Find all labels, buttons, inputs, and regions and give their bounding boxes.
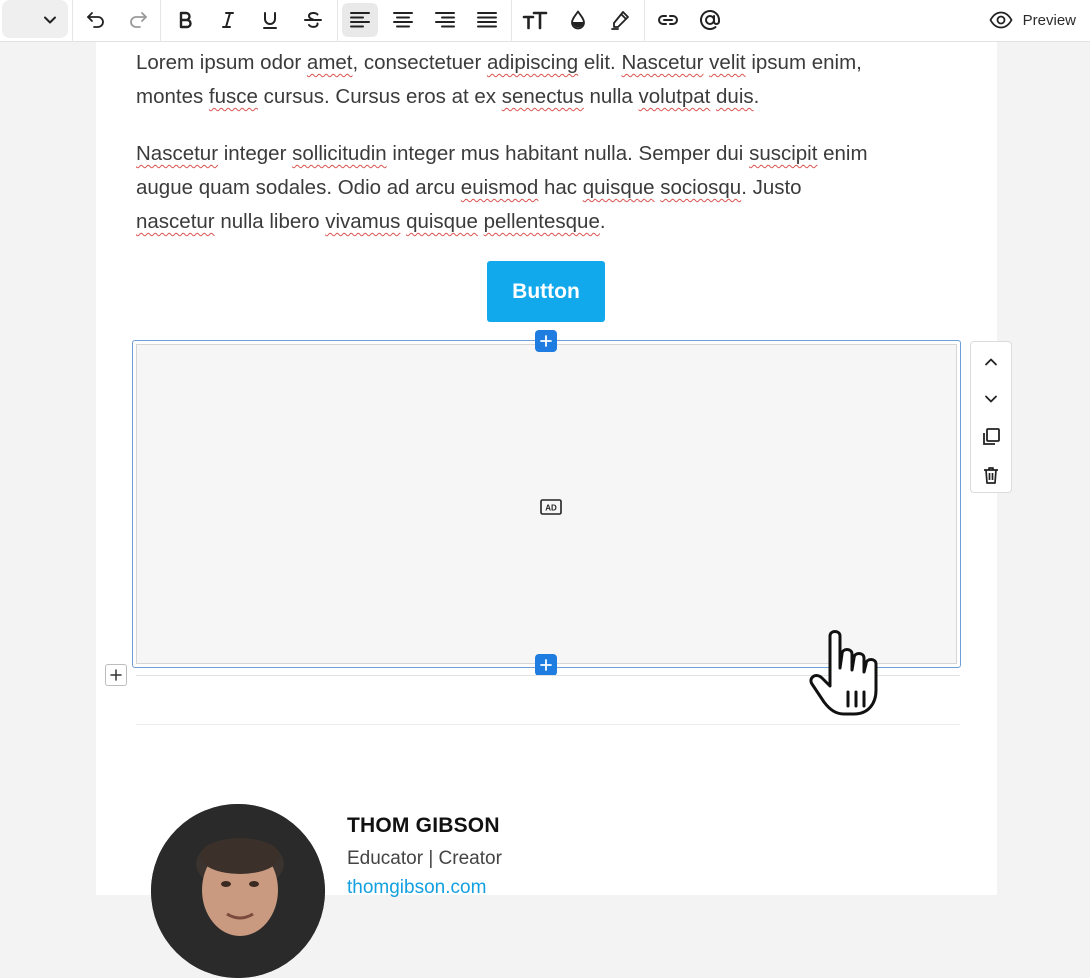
align-left-icon <box>350 12 370 28</box>
underline-icon <box>263 12 277 29</box>
misspelled-word: Nascetur <box>621 51 704 74</box>
align-center-icon <box>393 12 413 28</box>
color-drop-icon <box>571 10 585 30</box>
misspelled-word: volutpat <box>638 85 711 108</box>
toolbar-divider <box>511 0 512 42</box>
eye-icon <box>989 11 1013 29</box>
trash-icon <box>984 467 998 484</box>
preview-button[interactable]: Preview <box>989 0 1076 40</box>
author-name: THOM GIBSON <box>347 814 500 837</box>
chevron-up-icon <box>985 358 997 366</box>
redo-icon <box>130 12 147 28</box>
email-canvas: Lorem ipsum odor amet, consectetuer adip… <box>96 42 997 978</box>
link-icon <box>658 15 678 25</box>
misspelled-word: quisque <box>406 210 478 233</box>
align-right-button[interactable] <box>427 3 463 37</box>
misspelled-word: Nascetur <box>136 142 219 165</box>
editor-toolbar: Preview <box>0 0 1090 42</box>
misspelled-word: suscipit <box>749 142 818 165</box>
plus-icon <box>540 335 552 347</box>
block-type-dropdown[interactable] <box>2 0 68 38</box>
link-button[interactable] <box>650 3 686 37</box>
align-center-button[interactable] <box>385 3 421 37</box>
svg-text:AD: AD <box>545 504 557 513</box>
strikethrough-button[interactable] <box>295 3 331 37</box>
ad-icon: AD <box>540 499 562 515</box>
highlighter-icon <box>611 11 629 30</box>
at-sign-icon <box>700 9 720 30</box>
chevron-down-icon <box>44 16 56 24</box>
italic-icon <box>222 12 234 28</box>
toolbar-divider <box>337 0 338 42</box>
toolbar-divider <box>72 0 73 42</box>
misspelled-word: sollicitudin <box>292 142 387 165</box>
paragraph-1[interactable]: Lorem ipsum odor amet, consectetuer adip… <box>136 46 956 114</box>
undo-button[interactable] <box>78 3 114 37</box>
preview-label: Preview <box>1022 11 1076 29</box>
hand-cursor-icon <box>809 630 878 716</box>
misspelled-word: fusce <box>208 85 258 108</box>
divider <box>136 724 960 725</box>
underline-button[interactable] <box>252 3 288 37</box>
cta-button-label: Button <box>512 279 580 303</box>
duplicate-button[interactable] <box>971 419 1011 455</box>
block-actions-panel <box>970 341 1012 493</box>
misspelled-word: nascetur <box>136 210 215 233</box>
add-block-below-button[interactable] <box>535 654 557 676</box>
misspelled-word: amet <box>306 51 353 74</box>
misspelled-word: velit <box>709 51 746 74</box>
misspelled-word: senectus <box>501 85 584 108</box>
paragraph-2[interactable]: Nascetur integer sollicitudin integer mu… <box>136 137 956 239</box>
align-left-button[interactable] <box>342 3 378 37</box>
align-justify-button[interactable] <box>469 3 505 37</box>
toolbar-divider <box>644 0 645 42</box>
highlight-button[interactable] <box>602 3 638 37</box>
author-website-link[interactable]: thomgibson.com <box>347 877 486 899</box>
undo-icon <box>87 12 104 28</box>
misspelled-word: pellentesque <box>483 210 600 233</box>
add-block-above-button[interactable] <box>535 330 557 352</box>
misspelled-word: duis <box>716 85 754 108</box>
misspelled-word: quisque <box>582 176 655 199</box>
align-justify-icon <box>477 12 497 28</box>
mention-button[interactable] <box>692 3 728 37</box>
misspelled-word: euismod <box>460 176 539 199</box>
misspelled-word: sociosqu <box>660 176 742 199</box>
delete-button[interactable] <box>971 457 1011 493</box>
cta-button[interactable]: Button <box>487 261 605 322</box>
plus-icon <box>110 669 122 681</box>
redo-button[interactable] <box>120 3 156 37</box>
chevron-down-icon <box>985 395 997 403</box>
add-row-button[interactable] <box>105 664 127 686</box>
bold-button[interactable] <box>167 3 203 37</box>
move-down-button[interactable] <box>971 381 1011 417</box>
ad-placeholder: AD <box>136 344 957 664</box>
misspelled-word: vivamus <box>325 210 401 233</box>
text-color-button[interactable] <box>560 3 596 37</box>
plus-icon <box>540 659 552 671</box>
author-role: Educator | Creator <box>347 848 502 869</box>
ad-block-selected[interactable]: AD <box>132 340 961 668</box>
avatar <box>151 804 325 978</box>
duplicate-icon <box>983 428 1000 445</box>
toolbar-divider <box>160 0 161 42</box>
strikethrough-icon <box>304 12 322 28</box>
italic-button[interactable] <box>210 3 246 37</box>
move-up-button[interactable] <box>971 344 1011 380</box>
misspelled-word: adipiscing <box>486 51 579 74</box>
font-size-icon <box>522 11 548 30</box>
font-size-button[interactable] <box>517 3 553 37</box>
bold-icon <box>179 11 192 29</box>
align-right-icon <box>435 12 455 28</box>
